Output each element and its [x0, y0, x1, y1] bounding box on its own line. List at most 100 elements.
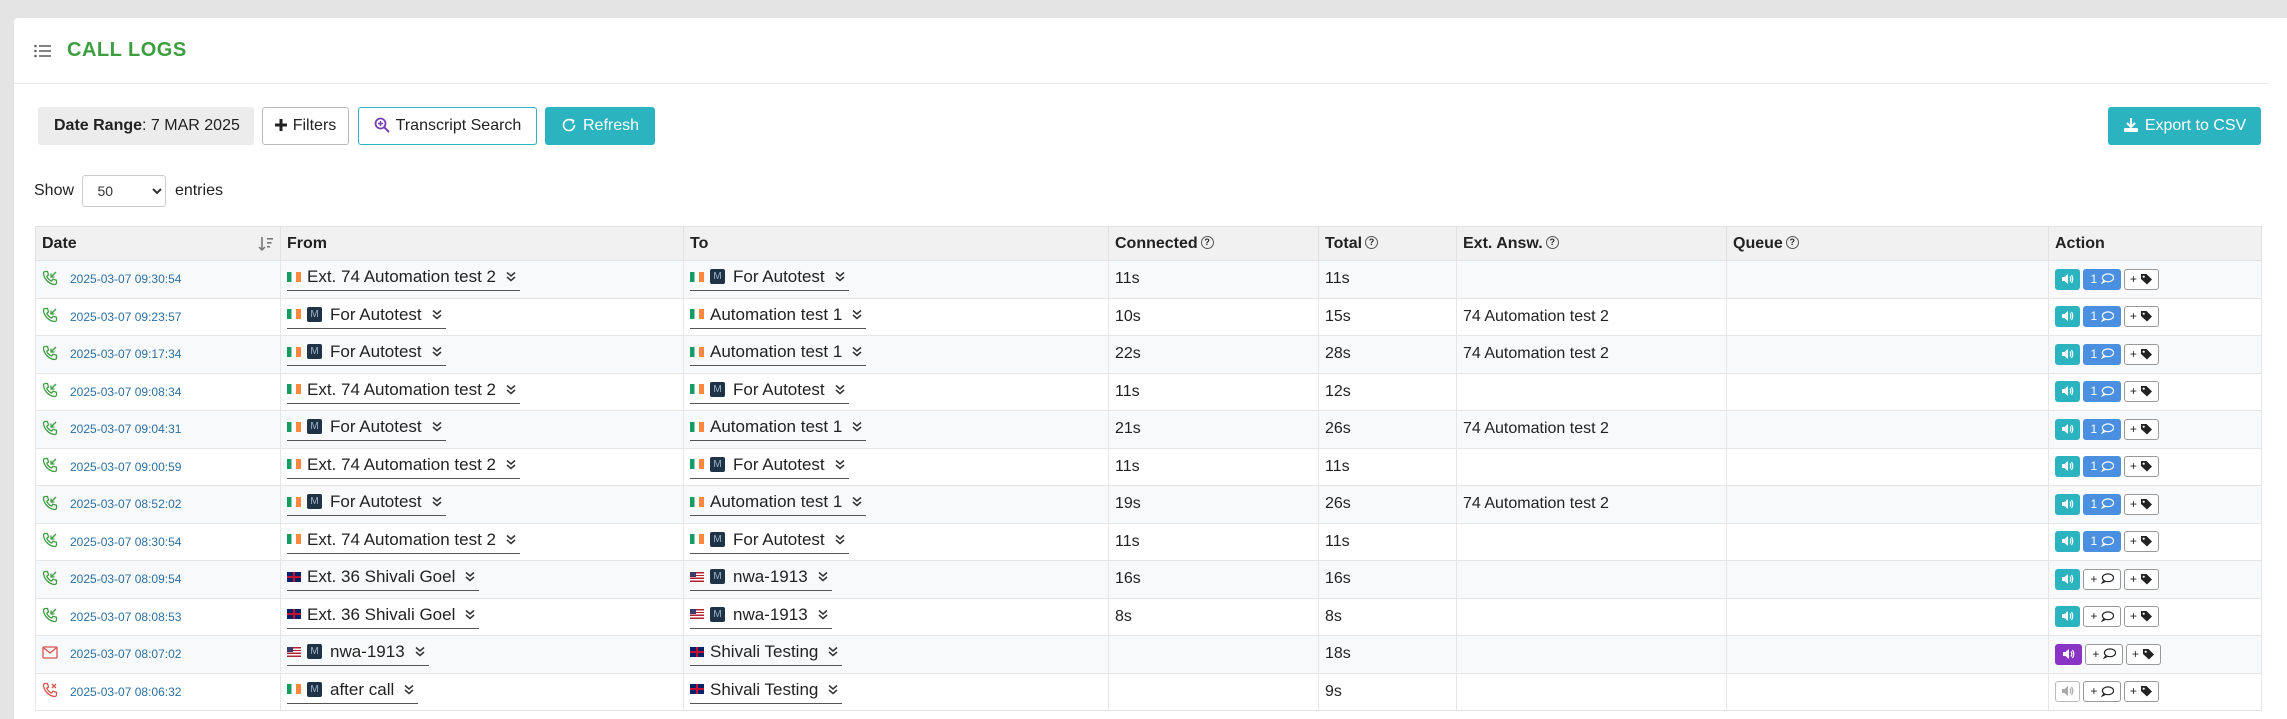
call-datetime[interactable]: 2025-03-07 09:04:31	[70, 422, 181, 436]
help-icon[interactable]: ?	[1365, 235, 1379, 249]
play-recording-button[interactable]	[2055, 606, 2080, 628]
add-tag-button[interactable]: +	[2124, 531, 2159, 553]
sort-desc-icon[interactable]	[258, 236, 274, 252]
column-header-date[interactable]: Date	[35, 226, 281, 261]
play-recording-button[interactable]	[2055, 306, 2080, 328]
double-chevron-down-icon[interactable]	[432, 421, 442, 432]
double-chevron-down-icon[interactable]	[852, 346, 862, 357]
comments-button[interactable]: +	[2085, 643, 2123, 665]
comments-button[interactable]: 1	[2083, 456, 2121, 478]
comments-button[interactable]: 1	[2083, 268, 2121, 290]
double-chevron-down-icon[interactable]	[506, 459, 516, 470]
call-datetime[interactable]: 2025-03-07 08:07:02	[70, 647, 181, 661]
double-chevron-down-icon[interactable]	[404, 684, 414, 695]
double-chevron-down-icon[interactable]	[818, 571, 828, 582]
play-recording-button[interactable]	[2055, 418, 2080, 440]
transcript-search-button[interactable]: Transcript Search	[358, 107, 537, 145]
comments-button[interactable]: +	[2083, 568, 2121, 590]
double-chevron-down-icon[interactable]	[852, 309, 862, 320]
play-recording-button[interactable]	[2055, 493, 2080, 515]
double-chevron-down-icon[interactable]	[506, 534, 516, 545]
comments-button[interactable]: 1	[2083, 306, 2121, 328]
to-name: For Autotest	[733, 529, 825, 549]
column-header-to[interactable]: To	[683, 226, 1109, 261]
double-chevron-down-icon[interactable]	[432, 309, 442, 320]
play-recording-button[interactable]	[2055, 343, 2080, 365]
double-chevron-down-icon[interactable]	[852, 496, 862, 507]
double-chevron-down-icon[interactable]	[835, 534, 845, 545]
double-chevron-down-icon[interactable]	[432, 496, 442, 507]
play-recording-button[interactable]	[2055, 568, 2080, 590]
add-tag-button[interactable]: +	[2124, 418, 2159, 440]
add-tag-button[interactable]: +	[2124, 681, 2159, 703]
refresh-button[interactable]: Refresh	[545, 107, 655, 145]
comments-button[interactable]: +	[2083, 606, 2121, 628]
add-tag-button[interactable]: +	[2124, 268, 2159, 290]
add-tag-button[interactable]: +	[2124, 381, 2159, 403]
column-header-ext-answ[interactable]: Ext. Answ.?	[1456, 226, 1727, 261]
comments-button[interactable]: 1	[2083, 343, 2121, 365]
comments-button[interactable]: 1	[2083, 381, 2121, 403]
add-tag-button[interactable]: +	[2124, 343, 2159, 365]
call-datetime[interactable]: 2025-03-07 08:30:54	[70, 535, 181, 549]
call-datetime[interactable]: 2025-03-07 08:09:54	[70, 572, 181, 586]
play-recording-button[interactable]	[2055, 381, 2080, 403]
double-chevron-down-icon[interactable]	[835, 271, 845, 282]
double-chevron-down-icon[interactable]	[432, 346, 442, 357]
column-header-total[interactable]: Total?	[1318, 226, 1457, 261]
comment-icon	[2100, 423, 2114, 435]
double-chevron-down-icon[interactable]	[835, 384, 845, 395]
help-icon[interactable]: ?	[1785, 235, 1799, 249]
call-datetime[interactable]: 2025-03-07 08:06:32	[70, 685, 181, 699]
play-recording-button[interactable]	[2055, 268, 2080, 290]
add-tag-button[interactable]: +	[2124, 456, 2159, 478]
help-icon[interactable]: ?	[1200, 235, 1214, 249]
double-chevron-down-icon[interactable]	[415, 646, 425, 657]
to-name: Automation test 1	[710, 342, 843, 362]
add-tag-button[interactable]: +	[2124, 306, 2159, 328]
call-datetime[interactable]: 2025-03-07 09:08:34	[70, 385, 181, 399]
column-header-queue[interactable]: Queue?	[1726, 226, 2049, 261]
double-chevron-down-icon[interactable]	[828, 684, 838, 695]
table-row: 2025-03-07 08:06:32 Mafter call Shivali Te…	[35, 672, 2262, 711]
call-datetime[interactable]: 2025-03-07 08:52:02	[70, 497, 181, 511]
call-datetime[interactable]: 2025-03-07 08:08:53	[70, 610, 181, 624]
entries-select[interactable]: 50	[82, 175, 167, 207]
double-chevron-down-icon[interactable]	[818, 609, 828, 620]
comments-button[interactable]: +	[2083, 681, 2121, 703]
double-chevron-down-icon[interactable]	[465, 571, 475, 582]
help-icon[interactable]: ?	[1545, 235, 1559, 249]
play-recording-button[interactable]	[2055, 531, 2080, 553]
call-datetime[interactable]: 2025-03-07 09:23:57	[70, 310, 181, 324]
call-datetime[interactable]: 2025-03-07 09:17:34	[70, 347, 181, 361]
double-chevron-down-icon[interactable]	[465, 609, 475, 620]
double-chevron-down-icon[interactable]	[506, 271, 516, 282]
from-cell: Ext. 36 Shivali Goel	[280, 597, 684, 636]
comments-button[interactable]: 1	[2083, 493, 2121, 515]
add-tag-button[interactable]: +	[2126, 643, 2161, 665]
column-header-from[interactable]: From	[280, 226, 684, 261]
play-recording-button[interactable]	[2055, 456, 2080, 478]
call-datetime[interactable]: 2025-03-07 09:00:59	[70, 460, 181, 474]
comments-button[interactable]: 1	[2083, 418, 2121, 440]
filters-button[interactable]: Filters	[262, 107, 349, 145]
page: CALL LOGS Date Range: 7 MAR 2025 Filters…	[14, 18, 2287, 719]
export-csv-button[interactable]: Export to CSV	[2108, 107, 2261, 145]
play-recording-button[interactable]	[2055, 643, 2082, 665]
double-chevron-down-icon[interactable]	[835, 459, 845, 470]
call-datetime[interactable]: 2025-03-07 09:30:54	[70, 272, 181, 286]
date-range-button[interactable]: Date Range: 7 MAR 2025	[38, 107, 254, 145]
add-tag-button[interactable]: +	[2124, 568, 2159, 590]
tag-icon	[2141, 423, 2153, 435]
double-chevron-down-icon[interactable]	[506, 384, 516, 395]
play-recording-button[interactable]	[2055, 681, 2080, 703]
add-tag-button[interactable]: +	[2124, 606, 2159, 628]
add-tag-button[interactable]: +	[2124, 493, 2159, 515]
double-chevron-down-icon[interactable]	[828, 646, 838, 657]
column-header-connected[interactable]: Connected?	[1108, 226, 1319, 261]
double-chevron-down-icon[interactable]	[852, 421, 862, 432]
total-cell: 26s	[1318, 485, 1457, 524]
comments-button[interactable]: 1	[2083, 531, 2121, 553]
comments-count: +	[2090, 609, 2098, 624]
flag-ie-icon	[287, 459, 301, 470]
